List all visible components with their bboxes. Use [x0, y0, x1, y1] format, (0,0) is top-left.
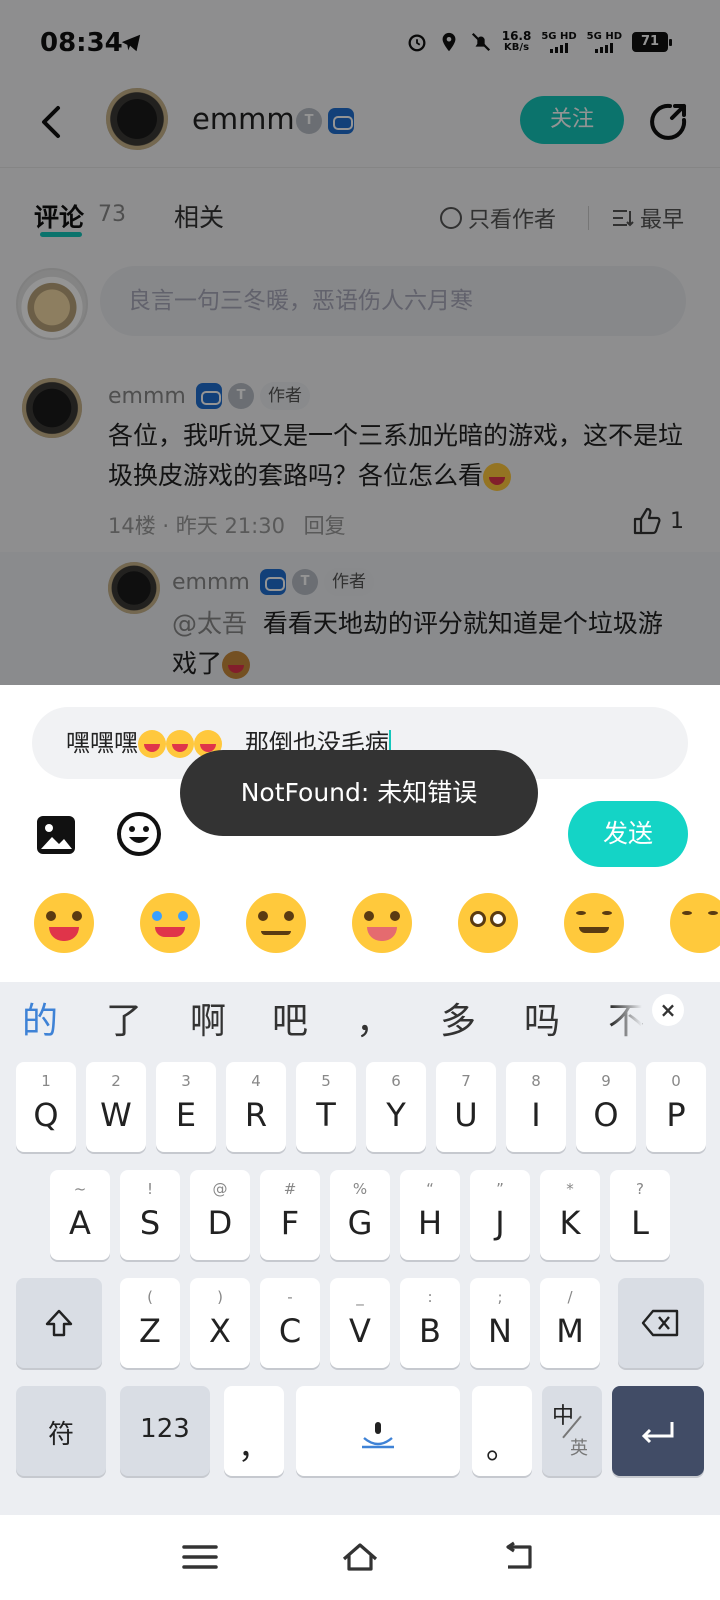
key-v[interactable]: _ V	[330, 1278, 390, 1368]
key-d[interactable]: @ D	[190, 1170, 250, 1260]
grin-emoji-icon	[138, 730, 166, 758]
key-n[interactable]: ; N	[470, 1278, 530, 1368]
candidate-item[interactable]: 了	[106, 992, 142, 1044]
key-k[interactable]: * K	[540, 1170, 600, 1260]
dim-overlay[interactable]	[0, 0, 720, 685]
error-toast: NotFound: 未知错误	[180, 750, 538, 836]
sleepy-emoji-icon[interactable]	[670, 893, 720, 953]
blush-smile-emoji-icon[interactable]	[564, 893, 624, 953]
home-icon[interactable]	[340, 1539, 380, 1575]
numbers-key[interactable]: 123	[120, 1386, 210, 1476]
space-key[interactable]	[296, 1386, 460, 1476]
soft-keyboard: 的 了 啊 吧 ， 多 吗 不 × 1Q 2W 3E 4R 5T 6Y 7U 8…	[0, 982, 720, 1515]
key-i[interactable]: 8I	[506, 1062, 566, 1152]
candidate-fade	[612, 990, 642, 1042]
comma-key[interactable]: ，	[224, 1386, 284, 1476]
key-t[interactable]: 5T	[296, 1062, 356, 1152]
key-p[interactable]: 0P	[646, 1062, 706, 1152]
emoji-suggestion-strip	[0, 893, 720, 973]
microphone-icon	[362, 1422, 394, 1449]
key-e[interactable]: 3E	[156, 1062, 216, 1152]
shift-key[interactable]	[16, 1278, 102, 1368]
image-picker-icon[interactable]	[34, 813, 78, 857]
enter-key[interactable]	[612, 1386, 704, 1476]
key-x[interactable]: ) X	[190, 1278, 250, 1368]
candidate-item[interactable]: 的	[22, 992, 58, 1044]
key-g[interactable]: % G	[330, 1170, 390, 1260]
shift-arrow-icon	[45, 1309, 73, 1337]
key-m[interactable]: / M	[540, 1278, 600, 1368]
crying-emoji-icon[interactable]	[140, 893, 200, 953]
grin-emoji-icon[interactable]	[34, 893, 94, 953]
key-w[interactable]: 2W	[86, 1062, 146, 1152]
key-j[interactable]: ” J	[470, 1170, 530, 1260]
key-s[interactable]: ! S	[120, 1170, 180, 1260]
key-o[interactable]: 9O	[576, 1062, 636, 1152]
period-key[interactable]: 。	[472, 1386, 532, 1476]
key-f[interactable]: # F	[260, 1170, 320, 1260]
key-a[interactable]: ~ A	[50, 1170, 110, 1260]
teary-eyes-emoji-icon[interactable]	[458, 893, 518, 953]
thinking-emoji-icon[interactable]	[246, 893, 306, 953]
key-q[interactable]: 1Q	[16, 1062, 76, 1152]
key-y[interactable]: 6Y	[366, 1062, 426, 1152]
send-button[interactable]: 发送	[568, 801, 688, 867]
enter-return-icon	[641, 1422, 674, 1444]
symbols-key[interactable]: 符	[16, 1386, 106, 1476]
backspace-icon	[641, 1309, 679, 1337]
candidate-item[interactable]: ，	[356, 992, 392, 1044]
back-nav-icon[interactable]	[500, 1539, 540, 1575]
language-switch-key[interactable]: 中 英	[542, 1386, 602, 1476]
grin-emoji-icon	[166, 730, 194, 758]
menu-icon[interactable]	[180, 1539, 220, 1575]
key-h[interactable]: “H	[400, 1170, 460, 1260]
key-z[interactable]: (Z	[120, 1278, 180, 1368]
key-b[interactable]: :B	[400, 1278, 460, 1368]
candidate-item[interactable]: 吗	[524, 992, 560, 1044]
emoji-picker-icon[interactable]	[116, 811, 162, 857]
key-u[interactable]: 7U	[436, 1062, 496, 1152]
candidate-item[interactable]: 啊	[190, 992, 226, 1044]
backspace-key[interactable]	[618, 1278, 704, 1368]
key-l[interactable]: ? L	[610, 1170, 670, 1260]
close-icon[interactable]: ×	[652, 994, 684, 1026]
key-r[interactable]: 4R	[226, 1062, 286, 1152]
drooling-emoji-icon[interactable]	[352, 893, 412, 953]
candidate-item[interactable]: 吧	[272, 992, 308, 1044]
candidate-item[interactable]: 多	[440, 992, 476, 1044]
candidate-bar: 的 了 啊 吧 ， 多 吗 不 ×	[0, 982, 720, 1054]
key-c[interactable]: -C	[260, 1278, 320, 1368]
system-navigation-bar	[0, 1515, 720, 1600]
